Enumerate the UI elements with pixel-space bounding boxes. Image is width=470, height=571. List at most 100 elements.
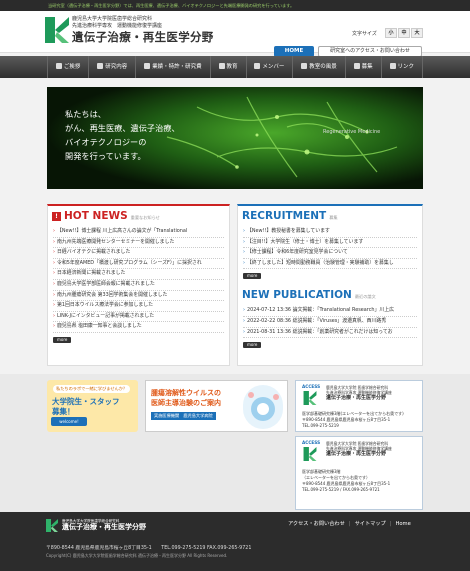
- font-size-buttons: 小中大: [384, 28, 423, 38]
- nav-item-lab-scenes[interactable]: 教室の風景: [292, 56, 344, 78]
- arrow-right-icon: ›: [243, 259, 245, 266]
- hot-news-list: › 【New!!】博士課程 川上広高さんの論文が「Translational › 南…: [48, 225, 229, 333]
- nav-item-recruitment[interactable]: 募集: [344, 56, 381, 78]
- warning-icon: !: [52, 212, 61, 221]
- list-icon: [353, 63, 360, 69]
- list-item[interactable]: › 南九州先端医療開発センターセミナーを開催しました: [53, 238, 224, 249]
- nav-item-links[interactable]: リンク: [380, 56, 423, 78]
- hot-news-panel: ! HOT NEWS 重要なお知らせ › 【New!!】博士課程 川上広高さんの論文が…: [47, 204, 230, 366]
- access-card-large[interactable]: ACCESS 鹿児島大学大学院 医歯学総合研究科 先進治療科学専攻 運動機能修復…: [295, 436, 423, 510]
- arrow-right-icon: ›: [53, 291, 55, 298]
- lab-logo-icon[interactable]: [45, 17, 69, 43]
- arrow-right-icon: ›: [243, 238, 245, 245]
- font-size-label: 文字サイズ: [352, 31, 377, 37]
- list-item[interactable]: › 【注目!!】大学院生（修士・博士）を募集しています: [243, 238, 417, 249]
- footer-separator: |: [389, 521, 392, 527]
- arrow-right-icon: ›: [243, 307, 245, 314]
- footer-lab-name: 鹿児島大学大学院医歯学総合研究科 遺伝子治療・再生医学分野: [62, 519, 146, 531]
- flask-icon: [97, 63, 104, 69]
- recruitment-heading: RECRUITMENT 募集: [242, 210, 338, 222]
- access-card-small[interactable]: ACCESS 鹿児島大学大学院 医歯学総合研究科 先進治療科学専攻 運動機能修復…: [295, 380, 423, 432]
- list-item[interactable]: › 日経バイオテクに掲載されました: [53, 248, 224, 259]
- list-item[interactable]: › 日本経済新聞に掲載されました: [53, 269, 224, 280]
- logo-subtitle-1: 鹿児島大学大学院医歯学総合研究科: [72, 16, 153, 22]
- access-lab-name: 鹿児島大学大学院 医歯学総合研究科 先進治療科学専攻 運動機能修復学講座 遺伝子…: [326, 385, 392, 401]
- logo-subtitle-2: 先進治療科学専攻 運動機能修復学講座: [72, 23, 163, 29]
- nav-item-members[interactable]: メンバー: [245, 56, 293, 78]
- hot-news-more-button[interactable]: more: [53, 336, 72, 343]
- list-item[interactable]: › 【New!!】博士課程 川上広高さんの論文が「Translational: [53, 227, 224, 238]
- hot-news-heading: ! HOT NEWS 重要なお知らせ: [48, 206, 229, 225]
- list-item[interactable]: › 南九州腫瘍研究会 第33回学術集会を開催しました: [53, 291, 224, 302]
- arrow-right-icon: ›: [53, 280, 55, 287]
- list-item[interactable]: › 【修士課程】令和6年度研究室見学会について: [243, 248, 417, 259]
- arrow-right-icon: ›: [53, 302, 55, 309]
- font-size-medium-button[interactable]: 中: [398, 28, 410, 38]
- arrow-right-icon: ›: [53, 228, 55, 234]
- main-nav: ご挨拶 研究内容 業績・特許・研究費 教育 メンバー 教室の風景 募集 リンク: [0, 56, 470, 78]
- publication-list: › 2024-07-12 13:36 論文掲載：「Translational Re…: [238, 304, 422, 339]
- lab-logo-icon: [303, 391, 317, 405]
- top-strip-description: 当研究室（遺伝子治療・再生医学分野）では、再生医療、遺伝子治療、バイオテクノロジ…: [0, 0, 470, 11]
- nav-item-research[interactable]: 研究内容: [88, 56, 135, 78]
- site-logo-text[interactable]: 鹿児島大学大学院医歯学総合研究科 先進治療科学専攻 運動機能修復学講座 遺伝子治…: [72, 16, 214, 44]
- footer-link-access[interactable]: アクセス・お問い合わせ: [288, 521, 345, 527]
- list-item[interactable]: › 2024-07-12 13:36 論文掲載：「Translational Re…: [243, 306, 417, 317]
- clinical-trial-banner[interactable]: 腫瘍溶解性ウイルスの 医師主導治験のご案内 実施医療機関 鹿児島大学病院: [145, 380, 288, 432]
- footer-copyright: Copyright(C) 鹿児島大学大学院医歯学総合研究科 遺伝子治療・再生医学…: [46, 553, 228, 558]
- arrow-right-icon: ›: [243, 317, 245, 324]
- site-footer: 鹿児島大学大学院医歯学総合研究科 遺伝子治療・再生医学分野 アクセス・お問い合わ…: [0, 512, 470, 571]
- list-item[interactable]: › 2021-08-31 13:36 総説掲載：「創薬研究者がこれだけは知ってお: [243, 328, 417, 339]
- list-item[interactable]: › 鹿児島大学医学部医師会報に掲載されました: [53, 280, 224, 291]
- list-item[interactable]: › 【New!!】教授秘書を募集しています: [243, 227, 417, 238]
- access-label: ACCESS: [302, 440, 321, 445]
- virus-illustration-icon: [243, 385, 283, 429]
- recruit-banner[interactable]: 私たちのラボで一緒に学びませんか？ 大学院生・スタッフ 募集！ welcome!: [47, 380, 138, 432]
- arrow-right-icon: ›: [53, 238, 55, 245]
- education-icon: [218, 63, 225, 69]
- arrow-right-icon: ›: [53, 259, 55, 266]
- publication-heading: NEW PUBLICATION 最近の論文: [242, 289, 376, 302]
- arrow-right-icon: ›: [53, 270, 55, 277]
- list-item[interactable]: › LINK-Jにインタビュー記事が掲載されました: [53, 312, 224, 323]
- nav-item-achievements[interactable]: 業績・特許・研究費: [135, 56, 209, 78]
- hero-message: 私たちは、 がん、再生医療、遺伝子治療、 バイオテクノロジーの 開発を行っていま…: [65, 109, 180, 161]
- nav-item-education[interactable]: 教育: [209, 56, 246, 78]
- footer-link-sitemap[interactable]: サイトマップ: [355, 521, 386, 527]
- arrow-right-icon: ›: [243, 249, 245, 256]
- lab-logo-icon: [46, 519, 58, 532]
- lab-logo-icon: [303, 447, 317, 461]
- site-header: 鹿児島大学大学院医歯学総合研究科 先進治療科学専攻 運動機能修復学講座 遺伝子治…: [0, 11, 470, 57]
- list-item[interactable]: › 第1回日本ウイルス療法学会に参加しました: [53, 301, 224, 312]
- font-size-small-button[interactable]: 小: [385, 28, 397, 38]
- recruitment-more-button[interactable]: more: [243, 273, 262, 280]
- star-icon: [301, 63, 308, 69]
- arrow-right-icon: ›: [243, 228, 245, 234]
- list-item[interactable]: › 【終了しました】短時間勤務職員（治験管理・実験補助）を募集し: [243, 259, 417, 270]
- recruit-banner-tagline: 私たちのラボで一緒に学びませんか？: [53, 385, 131, 393]
- footer-address: 〒890-8544 鹿児島県鹿児島市桜ヶ丘8丁目35-1 TEL.099-275…: [46, 546, 252, 551]
- publication-more-button[interactable]: more: [243, 342, 262, 349]
- access-lab-name: 鹿児島大学大学院 医歯学総合研究科 先進治療科学専攻 運動機能修復学講座 遺伝子…: [326, 441, 392, 457]
- nav-item-greeting[interactable]: ご挨拶: [47, 56, 88, 78]
- recruitment-list: › 【New!!】教授秘書を募集しています › 【注目!!】大学院生（修士・博士）を…: [238, 225, 422, 270]
- list-item[interactable]: › 2022-02-22 08:36 総説掲載：「Viruses」渡邉真帆、西川路…: [243, 317, 417, 328]
- recruit-banner-title: 大学院生・スタッフ 募集！: [52, 397, 120, 416]
- recruitment-panel: RECRUITMENT 募集 › 【New!!】教授秘書を募集しています › 【注目!…: [237, 204, 423, 366]
- chat-icon: [55, 63, 62, 69]
- link-icon: [389, 63, 396, 69]
- clinical-trial-title-1: 腫瘍溶解性ウイルスの: [151, 389, 221, 397]
- hero-image: 私たちは、 がん、再生医療、遺伝子治療、 バイオテクノロジーの 開発を行っていま…: [47, 87, 423, 189]
- access-label: ACCESS: [302, 384, 321, 389]
- site-title: 遺伝子治療・再生医学分野: [72, 30, 214, 44]
- arrow-right-icon: ›: [53, 323, 55, 330]
- footer-separator: |: [348, 521, 351, 527]
- font-size-large-button[interactable]: 大: [411, 28, 423, 38]
- list-item[interactable]: › 令和5年度AMED「橋渡し研究プログラム（シーズF）」に採択され: [53, 259, 224, 270]
- access-address: 医学部基礎研究棟3階(エレベーターを出てから右奥です) 〒890-8544 鹿児…: [302, 411, 404, 428]
- footer-links: アクセス・お問い合わせ | サイトマップ | Home: [288, 520, 411, 527]
- list-item[interactable]: › 鹿児島県 塩田康一知事と会談しました: [53, 322, 224, 333]
- hero-english-caption: Regenerative Medicine: [323, 129, 381, 135]
- footer-link-home[interactable]: Home: [395, 521, 410, 527]
- banner-area: 私たちのラボで一緒に学びませんか？ 大学院生・スタッフ 募集！ welcome!…: [0, 374, 470, 512]
